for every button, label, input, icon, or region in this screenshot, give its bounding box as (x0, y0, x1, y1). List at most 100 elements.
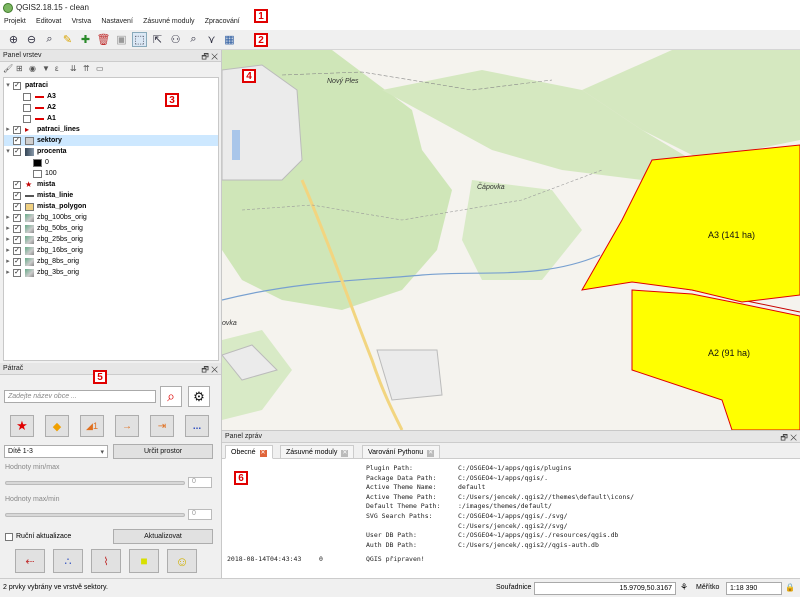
chevron-right-icon[interactable]: ▸ (4, 212, 12, 223)
update-button[interactable]: Aktualizovat (113, 529, 213, 544)
collapse-all-icon[interactable]: ⇈ (83, 64, 90, 73)
layer-item[interactable]: ▸ ✓ zbg_50bs_orig (4, 223, 218, 234)
expand-all-icon[interactable]: ⇊ (70, 64, 77, 73)
layer-item[interactable]: ▸ ✓ zbg_25bs_orig (4, 234, 218, 245)
determine-area-button[interactable]: Určit prostor (113, 444, 213, 459)
chevron-right-icon[interactable]: ▸ (4, 223, 12, 234)
chevron-down-icon[interactable]: ▾ (4, 146, 12, 157)
close-tab-icon[interactable]: ✕ (259, 450, 267, 457)
zoom-full-icon[interactable]: ⌕ (42, 32, 57, 47)
close-tab-icon[interactable]: ✕ (427, 450, 435, 457)
layer-item[interactable]: 0 (4, 157, 218, 168)
layer-visibility-checkbox[interactable]: ✓ (13, 258, 21, 266)
menu-editovat[interactable]: Editovat (32, 16, 65, 27)
step1-icon[interactable]: ◢1 (80, 415, 104, 437)
layer-visibility-checkbox[interactable]: ✓ (13, 214, 21, 222)
filter-expression-icon[interactable]: ε (55, 64, 59, 73)
layer-visibility-checkbox[interactable]: ✓ (13, 126, 21, 134)
layer-item[interactable]: ✓ sektory (4, 135, 218, 146)
layer-item[interactable]: ▾ ✓ patraci (4, 80, 218, 91)
chevron-right-icon[interactable]: ▸ (4, 234, 12, 245)
layer-item[interactable]: ▸ ✓ zbg_100bs_orig (4, 212, 218, 223)
menu-vrstva[interactable]: Vrstva (68, 16, 96, 27)
delete-icon[interactable]: 🗑 (96, 32, 111, 47)
lock-icon[interactable]: 🔒 (785, 583, 795, 592)
search-icon[interactable]: ⌕ (186, 32, 201, 47)
track-back-icon[interactable]: ⇠ (15, 549, 45, 573)
panel-float-close-icon[interactable]: 🗗 ✕ (201, 364, 218, 378)
scale-field[interactable]: 1:18 390 (726, 582, 782, 595)
select-icon[interactable]: ⬚ (132, 32, 147, 47)
layer-visibility-checkbox[interactable]: ✓ (13, 225, 21, 233)
layer-visibility-checkbox[interactable] (23, 104, 31, 112)
step2-arrow-icon[interactable]: → (115, 415, 139, 437)
layer-item[interactable]: ▸ ✓ zbg_3bs_orig (4, 267, 218, 278)
layer-item[interactable]: ✓ mista_linie (4, 190, 218, 201)
coordinate-toggle-icon[interactable]: ⚘ (680, 582, 688, 593)
deselect-icon[interactable]: ⇱ (150, 32, 165, 47)
menu-nastaveni[interactable]: Nastavení (97, 16, 137, 27)
chevron-right-icon[interactable]: ▸ (4, 245, 12, 256)
layer-visibility-checkbox[interactable] (23, 93, 31, 101)
layer-item[interactable]: A2 (4, 102, 218, 113)
node-tool-icon[interactable]: ⋎ (204, 32, 219, 47)
min-max-slider[interactable] (5, 481, 185, 485)
layer-item[interactable]: A3 (4, 91, 218, 102)
step3-arrow-icon[interactable]: ⇥ (150, 415, 174, 437)
chevron-right-icon[interactable]: ▸ (4, 124, 12, 135)
layer-visibility-checkbox[interactable]: ✓ (13, 192, 21, 200)
sector-icon[interactable]: ◆ (45, 415, 69, 437)
layer-visibility-checkbox[interactable]: ✓ (13, 203, 21, 211)
merge-icon[interactable]: ⚇ (168, 32, 183, 47)
search-icon[interactable]: ⌕ (160, 386, 182, 407)
layer-visibility-checkbox[interactable]: ✓ (13, 82, 21, 90)
layer-visibility-checkbox[interactable] (23, 115, 31, 123)
layer-item[interactable]: 100 (4, 168, 218, 179)
municipality-search-input[interactable]: Zadejte název obce ... (4, 390, 156, 403)
layer-visibility-checkbox[interactable]: ✓ (13, 137, 21, 145)
style-icon[interactable]: 🖌 (3, 64, 13, 73)
remove-layer-icon[interactable]: ▭ (96, 64, 104, 73)
close-tab-icon[interactable]: ✕ (341, 450, 349, 457)
max-min-spinbox[interactable]: 0 (188, 509, 212, 520)
smiley-icon[interactable]: ☺ (167, 549, 197, 573)
menu-zasuvne-moduly[interactable]: Zásuvné moduly (139, 16, 198, 27)
max-min-slider[interactable] (5, 513, 185, 517)
eye-icon[interactable]: ◉ (29, 64, 36, 73)
menu-projekt[interactable]: Projekt (0, 16, 30, 27)
layer-item[interactable]: ✓ ★ mista (4, 179, 218, 190)
settings-gear-icon[interactable]: ⚙ (188, 386, 210, 407)
star-place-icon[interactable]: ★ (10, 415, 34, 437)
layer-item[interactable]: ▾ ✓ procenta (4, 146, 218, 157)
save-icon[interactable]: ▣ (114, 32, 129, 47)
grid-icon[interactable]: ▦ (222, 32, 237, 47)
more-button[interactable]: ... (185, 415, 209, 437)
route-icon[interactable]: ⌇ (91, 549, 121, 573)
chevron-right-icon[interactable]: ▸ (4, 267, 12, 278)
scatter-points-icon[interactable]: ∴ (53, 549, 83, 573)
zoom-out-icon[interactable]: ⊖ (24, 32, 39, 47)
layer-item[interactable]: ✓ mista_polygon (4, 201, 218, 212)
layer-visibility-checkbox[interactable]: ✓ (13, 148, 21, 156)
map-canvas[interactable]: Nový Ples Čápovka ovka A3 (141 ha) A2 (9… (222, 50, 800, 430)
layer-visibility-checkbox[interactable]: ✓ (13, 269, 21, 277)
layer-item[interactable]: ▸ ✓ zbg_16bs_orig (4, 245, 218, 256)
tab-plugins[interactable]: Zásuvné moduly ✕ (280, 445, 355, 459)
coordinate-field[interactable]: 15.9709,50.3167 (534, 582, 676, 595)
chevron-right-icon[interactable]: ▸ (4, 256, 12, 267)
tab-python-warnings[interactable]: Varování Pythonu ✕ (362, 445, 441, 459)
square-icon[interactable]: ■ (129, 549, 159, 573)
zoom-in-icon[interactable]: ⊕ (6, 32, 21, 47)
tab-general[interactable]: Obecné ✕ (225, 445, 273, 459)
menu-zpracovani[interactable]: Zpracování (201, 16, 244, 27)
pencil-icon[interactable]: ✎ (60, 32, 75, 47)
age-category-select[interactable]: Dítě 1-3 ▾ (4, 445, 108, 458)
chevron-down-icon[interactable]: ▾ (4, 80, 12, 91)
add-group-icon[interactable]: ⊞ (16, 64, 23, 73)
layer-visibility-checkbox[interactable]: ✓ (13, 181, 21, 189)
layer-visibility-checkbox[interactable]: ✓ (13, 247, 21, 255)
add-vector-icon[interactable]: ✚ (78, 32, 93, 47)
layer-item[interactable]: ▸ ✓ zbg_8bs_orig (4, 256, 218, 267)
min-max-spinbox[interactable]: 0 (188, 477, 212, 488)
manual-update-checkbox[interactable] (5, 533, 13, 541)
